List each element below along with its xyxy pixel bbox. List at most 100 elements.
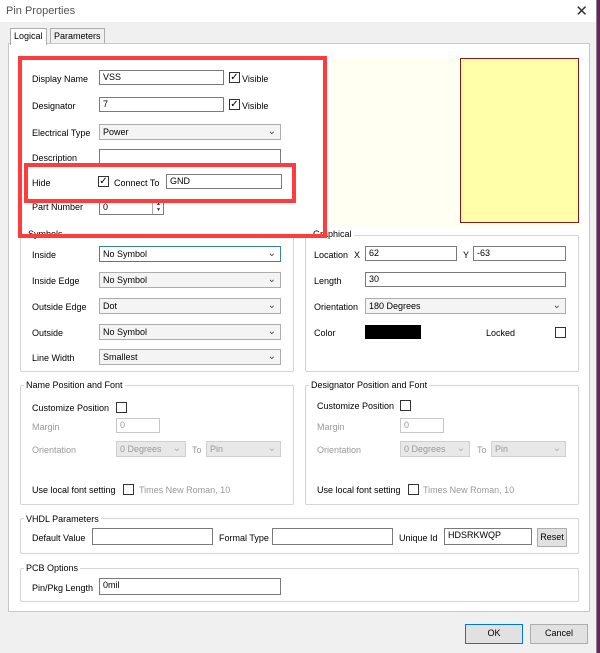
name-orientation-select[interactable]: 0 Degrees ⌄ [116, 441, 186, 457]
name-customize-label: Customize Position [32, 403, 110, 413]
name-to-label: To [192, 445, 202, 455]
designator-orientation-select[interactable]: 0 Degrees ⌄ [400, 441, 470, 457]
designator-input[interactable]: 7 [99, 97, 224, 112]
name-orientation-label: Orientation [32, 445, 77, 455]
inside-select[interactable]: No Symbol ⌄ [99, 246, 281, 262]
pin-pkg-length-label: Pin/Pkg Length [32, 583, 94, 593]
pcb-options-group-title: PCB Options [24, 563, 81, 573]
pin-preview-body [460, 58, 579, 223]
inside-edge-value: No Symbol [103, 275, 148, 285]
designator-label: Designator [32, 101, 76, 111]
name-font-group-title: Name Position and Font [24, 380, 125, 390]
designator-customize-checkbox[interactable] [400, 400, 411, 411]
locked-checkbox[interactable] [555, 327, 566, 338]
orientation-value: 180 Degrees [369, 301, 421, 311]
orientation-select[interactable]: 180 Degrees ⌄ [365, 298, 566, 314]
chevron-down-icon: ⌄ [267, 326, 276, 337]
display-name-input[interactable]: VSS [99, 70, 224, 85]
hide-checkbox[interactable]: ✓ [98, 176, 109, 187]
orientation-label: Orientation [314, 302, 359, 312]
chevron-down-icon: ⌄ [456, 443, 465, 454]
part-number-label: Part Number [32, 202, 84, 212]
outside-select[interactable]: No Symbol ⌄ [99, 324, 281, 340]
outside-label: Outside [32, 328, 64, 338]
outside-edge-select[interactable]: Dot ⌄ [99, 298, 281, 314]
name-to-select[interactable]: Pin ⌄ [206, 441, 281, 457]
tab-parameters[interactable]: Parameters [50, 28, 105, 44]
chevron-down-icon: ⌄ [552, 300, 561, 311]
reset-button[interactable]: Reset [537, 528, 567, 547]
chevron-down-icon: ⌄ [552, 443, 561, 454]
pin-pkg-length-input[interactable]: 0mil [99, 578, 281, 595]
designator-local-font-checkbox[interactable] [408, 484, 419, 495]
inside-edge-select[interactable]: No Symbol ⌄ [99, 272, 281, 288]
name-local-font-label: Use local font setting [32, 485, 116, 495]
display-name-visible-checkbox[interactable]: ✓ [229, 72, 240, 83]
part-number-spinner[interactable]: ▲ ▼ [152, 201, 164, 214]
chevron-down-icon: ⌄ [172, 443, 181, 454]
locked-label: Locked [486, 328, 516, 338]
location-label: Location [314, 250, 349, 260]
pin-properties-dialog: Pin Properties ✕ Logical Parameters Disp… [0, 0, 597, 653]
color-label: Color [314, 328, 336, 338]
designator-to-select[interactable]: Pin ⌄ [491, 441, 566, 457]
inside-label: Inside [32, 250, 57, 260]
unique-id-input[interactable]: HDSRKWQP [444, 528, 532, 545]
check-icon: ✓ [99, 176, 108, 187]
location-y-input[interactable]: -63 [473, 246, 566, 261]
ok-button[interactable]: OK [465, 624, 523, 644]
electrical-type-value: Power [103, 127, 129, 137]
name-customize-checkbox[interactable] [116, 402, 127, 413]
window-title: Pin Properties [6, 5, 76, 17]
description-label: Description [32, 153, 78, 163]
color-swatch[interactable] [365, 325, 421, 339]
connect-to-input[interactable]: GND [166, 174, 282, 189]
line-width-select[interactable]: Smallest ⌄ [99, 349, 281, 365]
name-margin-input[interactable]: 0 [116, 418, 160, 433]
check-icon: ✓ [230, 99, 239, 110]
chevron-down-icon: ⌄ [267, 126, 276, 137]
cancel-button[interactable]: Cancel [530, 624, 588, 644]
outside-value: No Symbol [103, 327, 148, 337]
formal-type-input[interactable] [272, 528, 393, 545]
length-label: Length [314, 276, 342, 286]
designator-visible-checkbox[interactable]: ✓ [229, 99, 240, 110]
symbols-group-title: Symbols [26, 229, 65, 239]
designator-margin-input[interactable]: 0 [400, 418, 444, 433]
line-width-value: Smallest [103, 352, 138, 362]
designator-visible-label: Visible [242, 101, 269, 111]
length-input[interactable]: 30 [365, 272, 566, 287]
graphical-group-title: Graphical [311, 229, 354, 239]
name-orientation-value: 0 Degrees [120, 444, 162, 454]
display-name-visible-label: Visible [242, 74, 269, 84]
inside-edge-label: Inside Edge [32, 276, 80, 286]
designator-to-label: To [477, 445, 487, 455]
description-input[interactable] [99, 149, 281, 164]
designator-orientation-label: Orientation [317, 445, 362, 455]
designator-margin-label: Margin [317, 422, 345, 432]
default-value-label: Default Value [32, 533, 86, 543]
location-y-label: Y [463, 250, 470, 260]
location-x-label: X [354, 250, 361, 260]
formal-type-label: Formal Type [219, 533, 269, 543]
check-icon: ✓ [230, 72, 239, 83]
close-icon[interactable]: ✕ [575, 2, 588, 20]
chevron-down-icon: ⌄ [267, 274, 276, 285]
outside-edge-label: Outside Edge [32, 302, 87, 312]
hide-label: Hide [32, 178, 51, 188]
chevron-down-icon: ⌄ [267, 300, 276, 311]
chevron-down-icon: ⌄ [267, 443, 276, 454]
designator-local-font-label: Use local font setting [317, 485, 401, 495]
designator-to-value: Pin [495, 444, 509, 454]
name-to-value: Pin [210, 444, 224, 454]
unique-id-label: Unique Id [399, 533, 438, 543]
line-width-label: Line Width [32, 353, 75, 363]
designator-font-group-title: Designator Position and Font [309, 380, 430, 390]
inside-value: No Symbol [103, 249, 148, 259]
tab-logical[interactable]: Logical [10, 28, 47, 45]
chevron-down-icon: ⌄ [267, 248, 276, 259]
electrical-type-select[interactable]: Power ⌄ [99, 124, 281, 140]
name-local-font-checkbox[interactable] [123, 484, 134, 495]
default-value-input[interactable] [92, 528, 213, 545]
location-x-input[interactable]: 62 [365, 246, 457, 261]
